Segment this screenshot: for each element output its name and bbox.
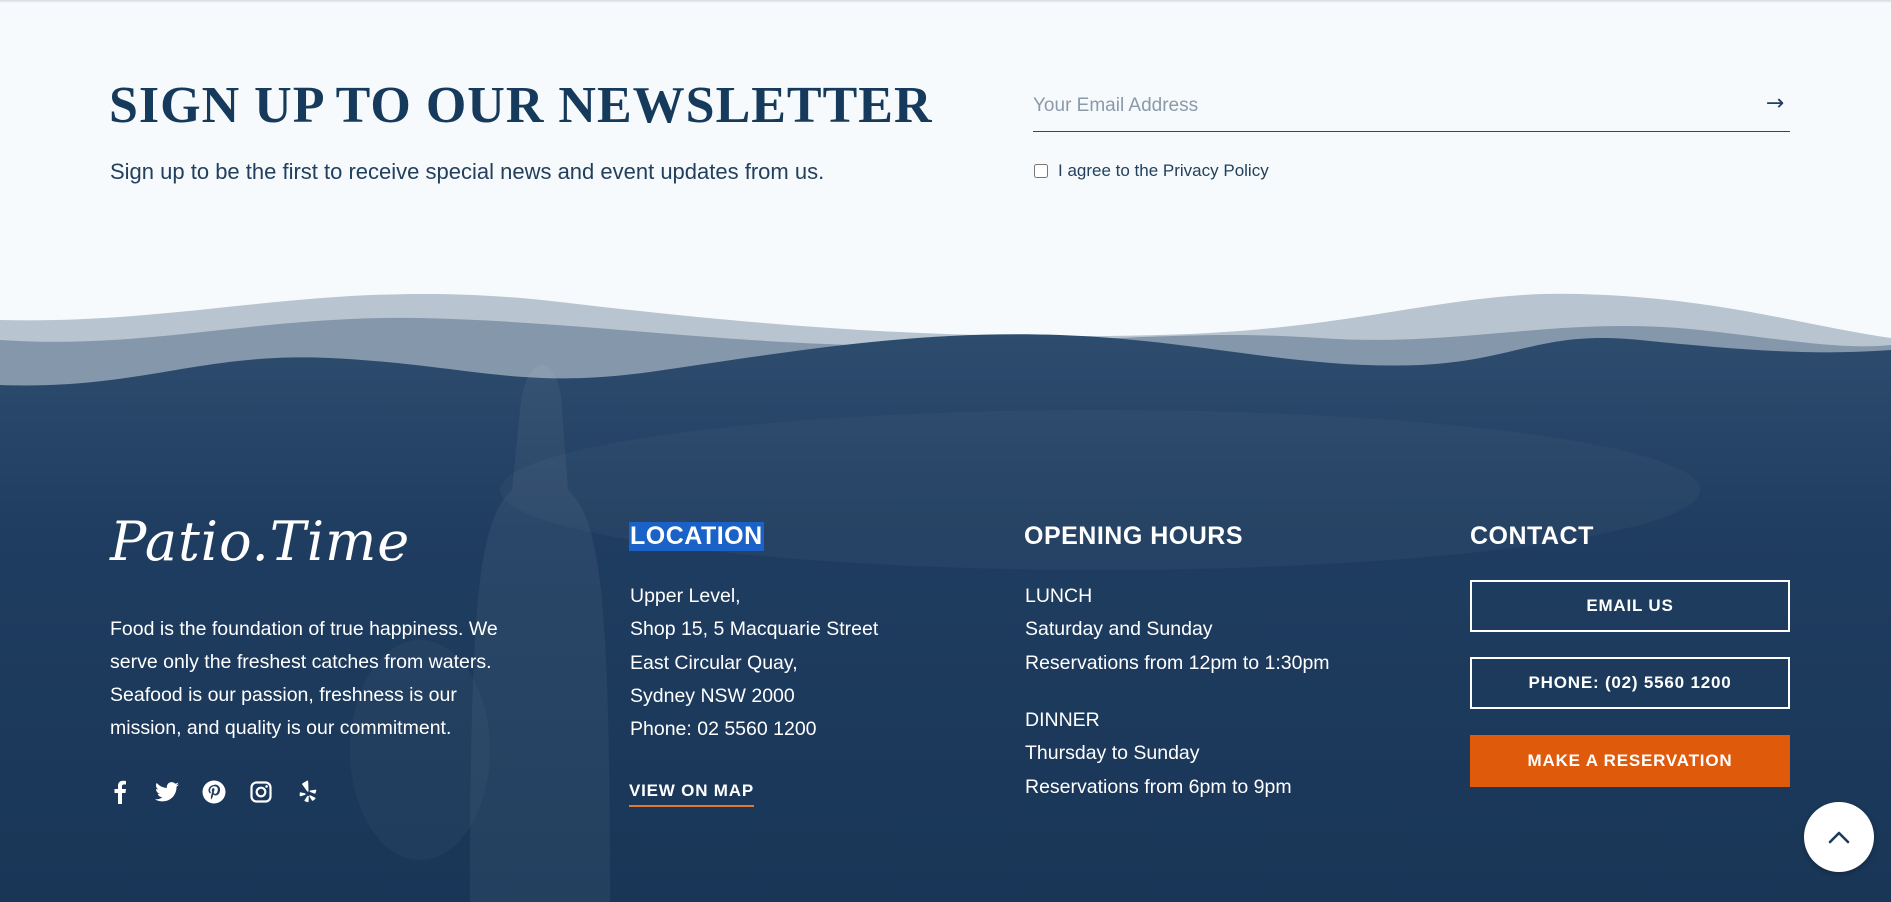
dinner-days: Thursday to Sunday <box>1025 742 1200 765</box>
lunch-label: LUNCH <box>1025 585 1093 607</box>
address-line: Shop 15, 5 Macquarie Street <box>630 618 879 641</box>
privacy-checkbox[interactable] <box>1034 164 1048 178</box>
about-text: Food is the foundation of true happiness… <box>110 618 498 739</box>
yelp-icon[interactable] <box>296 780 320 804</box>
phone-button[interactable]: PHONE: (02) 5560 1200 <box>1470 657 1790 709</box>
newsletter-subtitle: Sign up to be the first to receive speci… <box>110 159 825 184</box>
privacy-agree-label: I agree to the Privacy Policy <box>1058 161 1269 181</box>
address-line: Upper Level, <box>630 585 741 607</box>
opening-hours-heading: OPENING HOURS <box>1024 522 1244 550</box>
make-reservation-button[interactable]: MAKE A RESERVATION <box>1470 735 1790 787</box>
address-line: East Circular Quay, <box>630 651 798 674</box>
newsletter-title: SIGN UP TO OUR NEWSLETTER <box>109 77 933 134</box>
email-us-button[interactable]: EMAIL US <box>1470 580 1790 632</box>
lunch-times: Reservations from 12pm to 1:30pm <box>1025 651 1330 674</box>
facebook-icon[interactable] <box>108 780 132 804</box>
lunch-hours: LUNCH Saturday and Sunday Reservations f… <box>1025 580 1330 680</box>
dinner-hours: DINNER Thursday to Sunday Reservations f… <box>1025 704 1292 804</box>
agree-prefix: I agree to the <box>1058 161 1163 180</box>
patio-time-logo[interactable]: Patio.Time <box>110 510 410 573</box>
back-to-top-button[interactable] <box>1804 802 1874 872</box>
instagram-icon[interactable] <box>249 780 273 804</box>
submit-arrow-button[interactable]: → <box>1760 89 1790 119</box>
chevron-up-icon <box>1828 831 1850 844</box>
address-phone: Phone: 02 5560 1200 <box>630 718 817 741</box>
top-divider <box>0 0 1891 3</box>
twitter-icon[interactable] <box>155 780 179 804</box>
social-links <box>108 780 320 804</box>
arrow-right-icon: → <box>1765 91 1785 116</box>
privacy-policy-link[interactable]: Privacy Policy <box>1163 161 1269 180</box>
dinner-label: DINNER <box>1025 709 1100 731</box>
lunch-days: Saturday and Sunday <box>1025 618 1213 641</box>
location-address: Upper Level, Shop 15, 5 Macquarie Street… <box>630 580 878 746</box>
address-line: Sydney NSW 2000 <box>630 684 795 707</box>
view-on-map-link[interactable]: VIEW ON MAP <box>629 781 754 807</box>
email-input[interactable] <box>1033 87 1733 125</box>
privacy-agree[interactable]: I agree to the Privacy Policy <box>1034 161 1269 181</box>
location-heading: LOCATION <box>629 522 764 551</box>
contact-heading: CONTACT <box>1470 522 1594 550</box>
email-field-wrapper: → <box>1033 87 1790 132</box>
dinner-times: Reservations from 6pm to 9pm <box>1025 775 1292 798</box>
pinterest-icon[interactable] <box>202 780 226 804</box>
